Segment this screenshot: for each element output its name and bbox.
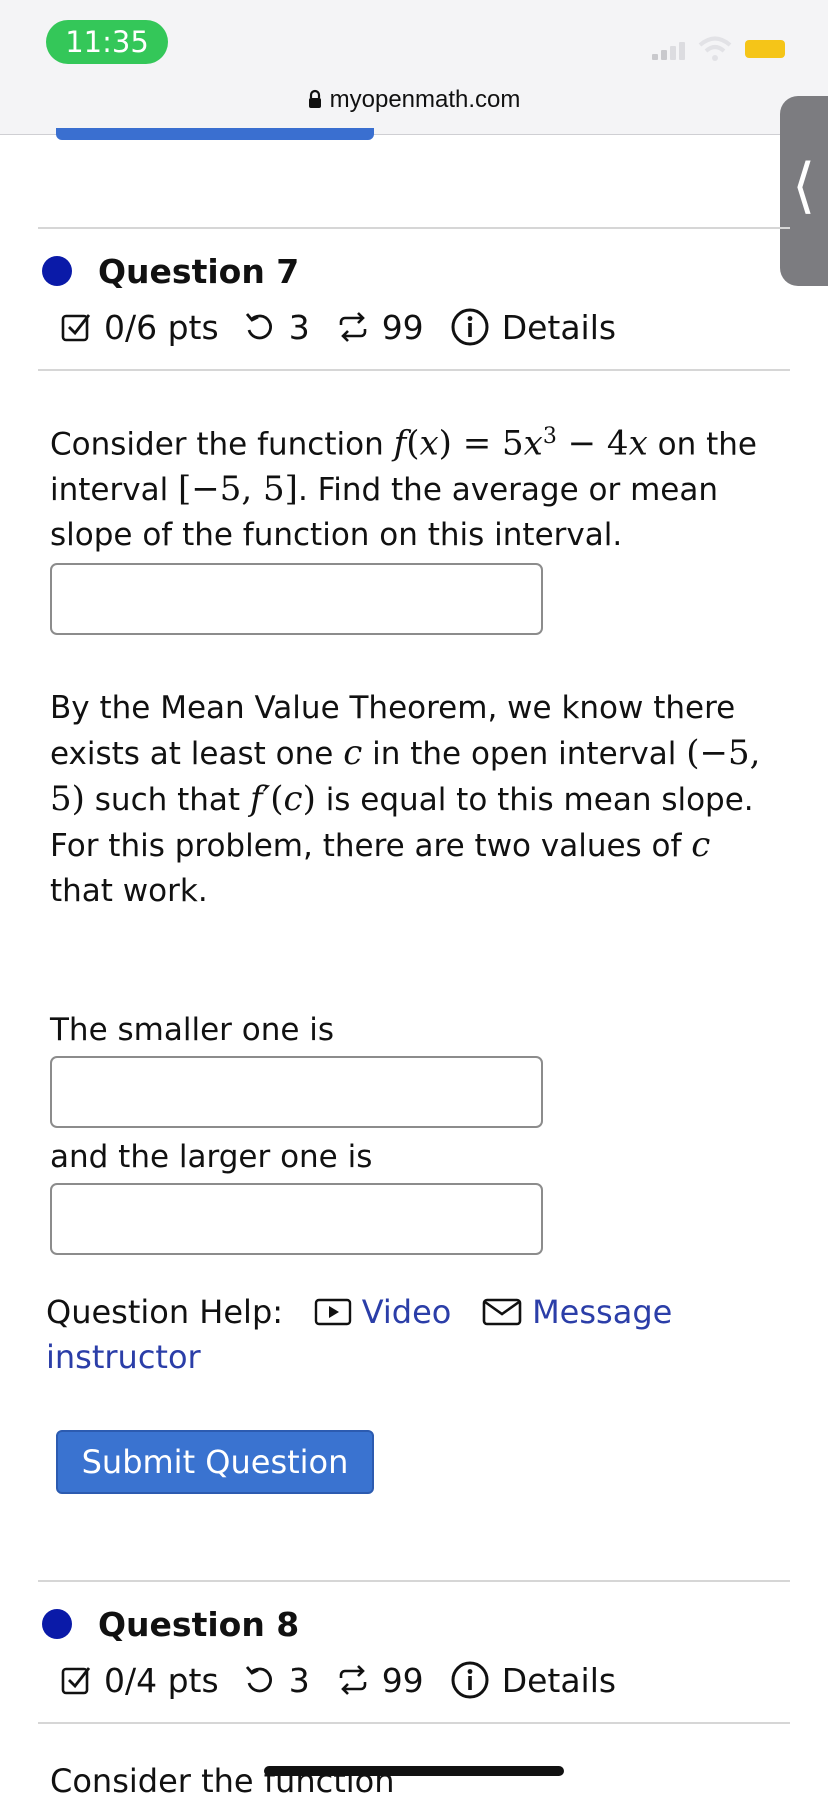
question-7-mvt-text: By the Mean Value Theorem, we know there…	[50, 690, 761, 909]
clock-time: 11:35	[46, 20, 168, 64]
prompt-text: Consider the function	[50, 426, 384, 463]
question-help: Question Help: Video Message instructor	[46, 1290, 786, 1380]
question-8-meta: 0/4 pts 3 99 Details	[60, 1657, 616, 1703]
math-derivative: f′	[249, 779, 271, 819]
wifi-icon	[698, 36, 732, 61]
attempts-text: 3	[288, 1660, 310, 1700]
chevron-left-icon: ⟨	[792, 151, 816, 221]
divider	[38, 369, 790, 371]
address-bar[interactable]: myopenmath.com	[0, 86, 828, 114]
divider	[38, 227, 790, 229]
question-7-meta: 0/6 pts 3 99 Details	[60, 304, 616, 350]
score-checkbox-icon	[61, 314, 91, 342]
prompt-text: is equal to this mean slope.	[325, 782, 754, 818]
repeat-icon	[339, 312, 366, 342]
retry-icon	[245, 313, 272, 340]
prompt-text: in the open interval	[372, 736, 677, 772]
url-text: myopenmath.com	[329, 86, 521, 113]
video-link[interactable]: Video	[362, 1293, 452, 1331]
mail-icon[interactable]	[482, 1297, 522, 1327]
question-7-title: Question 7	[98, 252, 300, 291]
video-icon[interactable]	[314, 1297, 352, 1327]
tries-text: 99	[381, 307, 424, 347]
prompt-text: on	[657, 426, 697, 463]
lock-icon	[308, 89, 321, 108]
signal-icon	[652, 42, 685, 60]
question-7-prompt: Consider the function f(x) = 5x3 − 4x on…	[50, 423, 757, 554]
repeat-icon	[339, 1665, 366, 1695]
info-icon[interactable]	[450, 307, 490, 347]
question-status-dot	[42, 1609, 72, 1639]
info-icon[interactable]	[450, 1660, 490, 1700]
math-c: c	[343, 733, 363, 773]
question-8-title: Question 8	[98, 1605, 300, 1644]
prompt-text: such that	[94, 782, 241, 818]
home-indicator[interactable]	[264, 1766, 564, 1776]
larger-c-input[interactable]	[50, 1183, 543, 1255]
score-checkbox-icon	[61, 1667, 91, 1695]
prompt-text: For this problem, there are two values o…	[50, 828, 682, 864]
browser-status-bar: 11:35 myopenmath.com	[0, 0, 828, 135]
details-link[interactable]: Details	[502, 308, 616, 347]
details-link[interactable]: Details	[502, 1661, 616, 1700]
previous-submit-button-edge[interactable]	[56, 128, 374, 140]
divider	[38, 1722, 790, 1724]
battery-icon	[745, 40, 785, 58]
side-panel-handle[interactable]: ⟨	[780, 96, 828, 286]
attempts-text: 3	[288, 307, 310, 347]
larger-label: and the larger one is	[50, 1139, 373, 1175]
smaller-label: The smaller one is	[50, 1012, 335, 1048]
math-interval: [−5, 5]	[178, 469, 298, 510]
prompt-text: that work.	[50, 873, 208, 909]
help-label: Question Help:	[46, 1293, 284, 1331]
tries-text: 99	[381, 1660, 424, 1700]
retry-icon	[245, 1666, 272, 1693]
mean-slope-input[interactable]	[50, 563, 543, 635]
math-c: c	[691, 825, 711, 865]
divider	[38, 1580, 790, 1582]
math-function: f	[393, 423, 407, 464]
question-status-dot	[42, 256, 72, 286]
smaller-c-input[interactable]	[50, 1056, 543, 1128]
points-text: 0/6 pts	[104, 307, 219, 347]
submit-question-button[interactable]: Submit Question	[56, 1430, 374, 1494]
points-text: 0/4 pts	[104, 1660, 219, 1700]
